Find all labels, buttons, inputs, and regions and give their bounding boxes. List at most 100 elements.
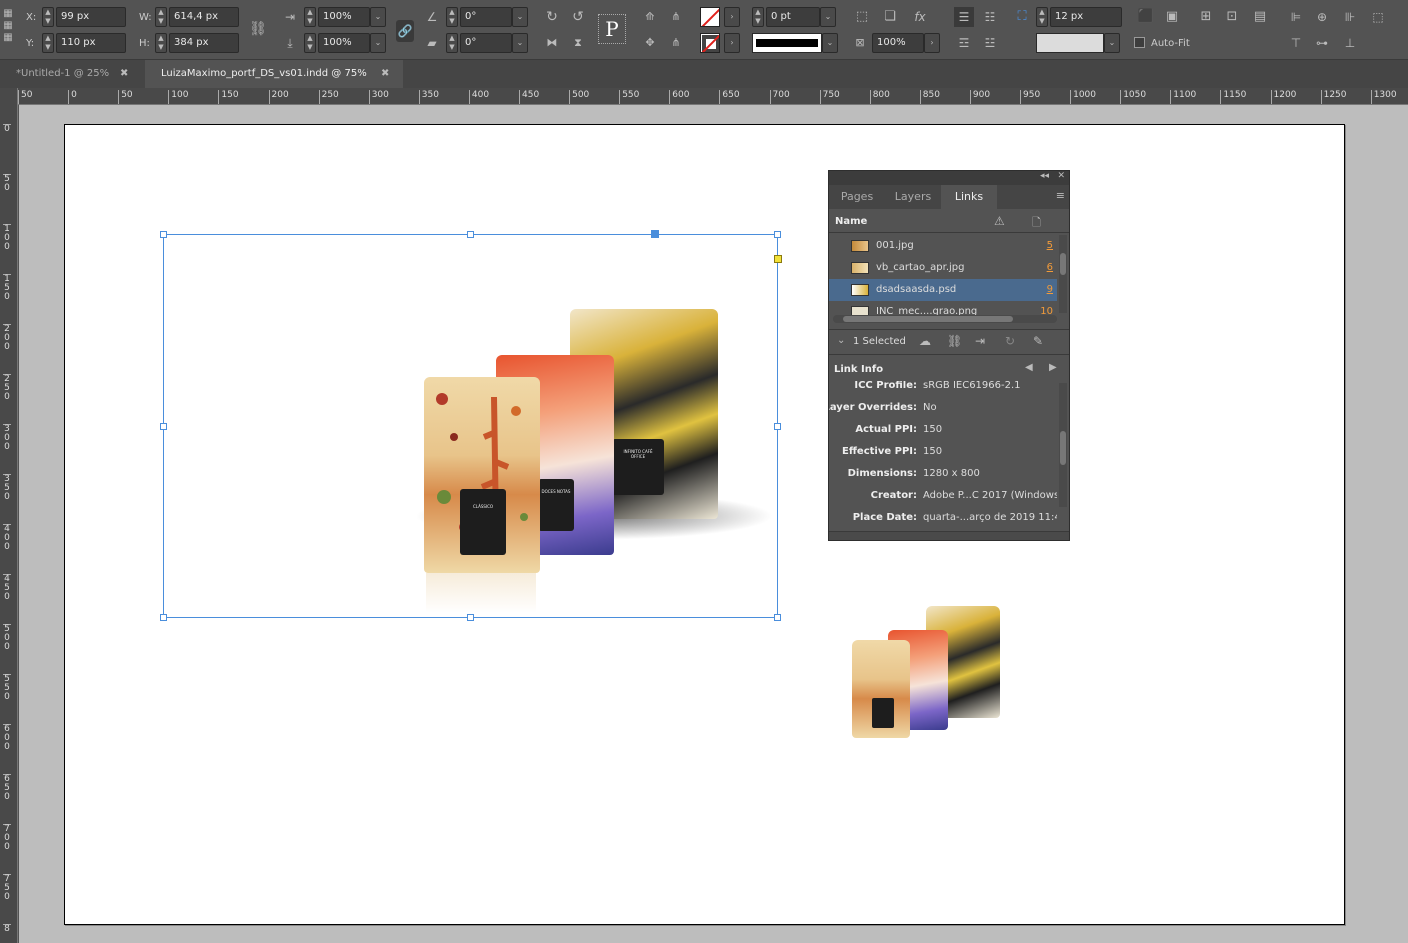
drop-shadow-icon[interactable]: ❏ [880,7,900,27]
tab-pages[interactable]: Pages [829,185,885,209]
reference-point-icon[interactable]: ▦ ▦ ▦ [0,8,16,46]
link-scale-icon[interactable]: 🔗 [396,20,414,42]
reference-point-p-icon[interactable]: P [598,14,626,44]
rotate-ccw-icon[interactable]: ↺ [568,7,588,27]
select-all-icon[interactable]: ⬚ [1368,7,1388,27]
goto-link-icon[interactable]: ⇥ [975,334,985,348]
list-item[interactable]: vb_cartao_apr.jpg 6 [829,257,1057,279]
align-middle-icon[interactable]: ⊶ [1312,33,1332,53]
panel-titlebar[interactable]: ◂◂ ✕ [829,171,1069,185]
resize-handle-sw[interactable] [160,614,167,621]
link-info-scrollbar[interactable] [1059,383,1067,507]
close-icon[interactable]: ✕ [1057,171,1065,181]
opacity-field[interactable]: 100% [872,33,924,53]
update-link-icon[interactable]: ↻ [1005,334,1015,348]
close-icon[interactable]: ✖ [120,60,128,88]
fit-content-frame-icon[interactable]: ⬛ [1136,7,1156,27]
shear-spinner[interactable]: ▲ ▼ [446,33,458,53]
name-column-header[interactable]: Name [835,216,867,227]
select-next-icon[interactable]: ⋔ [666,33,686,53]
autofit-checkbox[interactable] [1134,37,1145,48]
text-wrap-none-icon[interactable]: ☰ [954,7,974,27]
list-item[interactable]: 001.jpg 5 [829,235,1057,257]
scale-x-dropdown[interactable]: ⌄ [370,7,386,27]
stroke-weight-spinner[interactable]: ▲ ▼ [752,7,764,27]
flip-horizontal-icon[interactable]: ⧓ [542,33,562,53]
placed-image-coffee-bags-small[interactable] [852,600,1004,751]
constrain-proportions-icon[interactable]: ⛓ [248,19,268,39]
frame-fitting-dropdown[interactable]: ⌄ [1104,33,1120,53]
scale-y-field[interactable]: 100% [318,33,370,53]
spacing-field[interactable]: 12 px [1050,7,1122,27]
scrollbar-thumb[interactable] [1060,431,1066,465]
y-spinner[interactable]: ▲ ▼ [42,33,54,53]
rotation-dropdown[interactable]: ⌄ [512,7,528,27]
align-center-icon[interactable]: ⊕ [1312,7,1332,27]
x-field[interactable]: 99 px [56,7,126,27]
previous-link-icon[interactable]: ◀ [1025,362,1033,373]
select-content-icon[interactable]: ✥ [640,33,660,53]
opacity-dropdown[interactable]: › [924,33,940,53]
rotate-cw-icon[interactable]: ↻ [542,7,562,27]
fill-none-swatch[interactable] [700,7,720,27]
y-field[interactable]: 110 px [56,33,126,53]
edit-original-icon[interactable]: ✎ [1033,334,1043,348]
auto-spacing-icon[interactable]: ⛶ [1012,7,1032,27]
panel-resize-grip[interactable] [829,531,1069,540]
list-item[interactable]: INC_mec....grao.png 10 [829,301,1057,315]
resize-handle-s[interactable] [467,614,474,621]
rotation-spinner[interactable]: ▲ ▼ [446,7,458,27]
tab-untitled-1[interactable]: *Untitled-1 @ 25% ✖ [0,60,145,88]
selection-frame[interactable] [160,230,782,621]
status-column-icon[interactable]: ⚠ [994,214,1005,228]
x-spinner[interactable]: ▲ ▼ [42,7,54,27]
resize-handle-e[interactable] [774,423,781,430]
w-field[interactable]: 614,4 px [169,7,239,27]
fit-content-proportionally-icon[interactable]: ⊡ [1222,7,1242,27]
align-bottom-icon[interactable]: ⊥ [1340,33,1360,53]
frame-fitting-preview[interactable] [1036,33,1104,53]
stroke-weight-field[interactable]: 0 pt [766,7,820,27]
rotation-field[interactable]: 0° [460,7,512,27]
collapse-icon[interactable]: ◂◂ [1040,171,1049,181]
chevron-down-icon[interactable]: ⌄ [837,335,845,346]
tab-luizamaximo-portf[interactable]: LuizaMaximo_portf_DS_vs01.indd @ 75% ✖ [145,60,403,88]
stroke-type-field[interactable] [752,33,822,53]
resize-handle-ne[interactable] [774,231,781,238]
align-top-icon[interactable]: ⊤ [1286,33,1306,53]
panel-menu-icon[interactable]: ≡ [1056,189,1065,202]
stroke-dropdown[interactable]: › [724,33,740,53]
select-container-icon[interactable]: ⟰ [640,7,660,27]
stroke-type-dropdown[interactable]: ⌄ [822,33,838,53]
scale-x-field[interactable]: 100% [318,7,370,27]
content-grabber-handle[interactable] [651,230,659,238]
relink-icon[interactable]: ⛓ [947,334,962,348]
tab-links[interactable]: Links [941,185,997,209]
link-page[interactable]: 5 [1047,235,1053,257]
scrollbar-thumb[interactable] [1060,253,1066,275]
scale-y-dropdown[interactable]: ⌄ [370,33,386,53]
link-page[interactable]: 6 [1047,257,1053,279]
cloud-icon[interactable]: ☁ [919,334,931,348]
shear-dropdown[interactable]: ⌄ [512,33,528,53]
page-column-icon[interactable]: 🗋 [1032,214,1041,233]
list-item-selected[interactable]: dsadsaasda.psd 9 [829,279,1057,301]
h-spinner[interactable]: ▲ ▼ [155,33,167,53]
fill-dropdown[interactable]: › [724,7,740,27]
resize-handle-w[interactable] [160,423,167,430]
vertical-ruler[interactable]: 0 50 100 150 200 250 300 350 400 450 500 550 600 650 7… [0,88,18,943]
stroke-none-swatch[interactable] [700,33,720,53]
text-wrap-bbox-icon[interactable]: ☷ [980,7,1000,27]
select-previous-icon[interactable]: ⋔ [666,7,686,27]
w-spinner[interactable]: ▲ ▼ [155,7,167,27]
spacing-spinner[interactable]: ▲ ▼ [1036,7,1048,27]
links-hscrollbar[interactable] [833,315,1057,323]
links-scrollbar[interactable] [1059,235,1067,313]
effects-icon[interactable]: fx [910,7,930,27]
shear-field[interactable]: 0° [460,33,512,53]
scale-y-spinner[interactable]: ▲ ▼ [304,33,316,53]
resize-handle-nw[interactable] [160,231,167,238]
close-icon[interactable]: ✖ [381,60,389,88]
align-left-icon[interactable]: ⊫ [1286,7,1306,27]
text-wrap-shape-icon[interactable]: ☲ [954,33,974,53]
